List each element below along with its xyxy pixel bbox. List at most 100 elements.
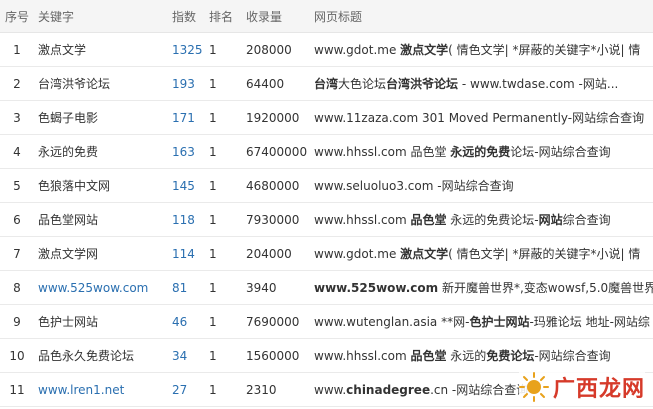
row-page-title[interactable]: www.hhssl.com 品色堂 永远的免费论坛-网站综合查询 [310, 202, 653, 237]
row-rank: 1 [205, 32, 242, 67]
title-highlight: 色护士网站 [469, 315, 530, 329]
row-index-link[interactable]: 145 [168, 168, 205, 203]
title-text: 论坛-网站综合查询 [510, 145, 611, 159]
row-seq: 10 [0, 338, 34, 373]
row-index-link[interactable]: 81 [168, 270, 205, 305]
title-text: 综合查询 [562, 213, 611, 227]
row-rank: 1 [205, 304, 242, 339]
row-rank: 1 [205, 134, 242, 169]
row-seq: 4 [0, 134, 34, 169]
row-page-title[interactable]: www.gdot.me 激点文学( 情色文学| *屏蔽的关键字*小说| 情 [310, 236, 653, 271]
row-seq: 9 [0, 304, 34, 339]
row-rank: 1 [205, 270, 242, 305]
row-page-title[interactable]: www.525wow.com 新开魔兽世界*,变态wowsf,5.0魔兽世界 [310, 270, 653, 305]
title-highlight: 激点文学 [400, 43, 449, 57]
title-text: www.wutenglan.asia **网- [314, 315, 470, 329]
title-text: 新开魔兽世界*,变态wowsf,5.0魔兽世界 [438, 281, 653, 295]
watermark: 广西龙网 [518, 371, 645, 403]
table-row[interactable]: 10 品色永久免费论坛 34 1 1560000 www.hhssl.com 品色堂 永远… [0, 338, 653, 373]
row-rank: 1 [205, 202, 242, 237]
row-keyword[interactable]: 激点文学 [34, 32, 168, 67]
row-count: 4680000 [242, 168, 310, 203]
table-row[interactable]: 6 品色堂网站 118 1 7930000 www.hhssl.com 品色堂 永远的免费… [0, 202, 653, 237]
table-header-row: 序号 关键字 指数 排名 收录量 网页标题 [0, 0, 653, 33]
row-page-title[interactable]: www.seluoluo3.com -网站综合查询 [310, 168, 653, 203]
row-keyword[interactable]: 色护士网站 [34, 304, 168, 339]
row-index-link[interactable]: 34 [168, 338, 205, 373]
row-keyword[interactable]: www.lren1.net [34, 372, 168, 407]
row-seq: 5 [0, 168, 34, 203]
title-highlight: 网站 [538, 213, 563, 227]
title-text: www. [314, 383, 347, 397]
title-text: www.seluoluo3.com -网站综合查询 [314, 179, 514, 193]
row-count: 67400000 [242, 134, 310, 169]
title-text: www.11zaza.com 301 Moved Permanently-网站综… [314, 111, 645, 125]
table-row[interactable]: 7 激点文学网 114 1 204000 www.gdot.me 激点文学( 情色文学| … [0, 236, 653, 271]
title-highlight: chinadegree [346, 383, 431, 397]
title-text: www.gdot.me [314, 247, 401, 261]
header-seq[interactable]: 序号 [0, 0, 34, 33]
header-index[interactable]: 指数 [168, 0, 205, 33]
row-rank: 1 [205, 338, 242, 373]
row-count: 7690000 [242, 304, 310, 339]
header-count[interactable]: 收录量 [242, 0, 310, 33]
title-highlight: 永远的免费 [450, 145, 511, 159]
table-row[interactable]: 2 台湾洪爷论坛 193 1 64400 台湾大色论坛台湾洪爷论坛 - www.twdas… [0, 66, 653, 101]
title-highlight: 台湾 [314, 77, 339, 91]
row-index-link[interactable]: 1325 [168, 32, 205, 67]
row-page-title[interactable]: 台湾大色论坛台湾洪爷论坛 - www.twdase.com -网站... [310, 66, 653, 101]
title-text: www.hhssl.com 品色堂 [314, 145, 451, 159]
title-text: ( 情色文学| *屏蔽的关键字*小说| 情 [448, 247, 641, 261]
row-keyword[interactable]: 台湾洪爷论坛 [34, 66, 168, 101]
row-rank: 1 [205, 66, 242, 101]
row-keyword[interactable]: www.525wow.com [34, 270, 168, 305]
table-row[interactable]: 4 永远的免费 163 1 67400000 www.hhssl.com 品色堂 永远的免… [0, 134, 653, 169]
row-keyword[interactable]: 永远的免费 [34, 134, 168, 169]
row-index-link[interactable]: 46 [168, 304, 205, 339]
row-rank: 1 [205, 168, 242, 203]
row-index-link[interactable]: 27 [168, 372, 205, 407]
title-text: www.hhssl.com [314, 213, 411, 227]
header-rank[interactable]: 排名 [205, 0, 242, 33]
keyword-table: 序号 关键字 指数 排名 收录量 网页标题 1 激点文学 1325 1 208000 ww… [0, 0, 653, 407]
row-page-title[interactable]: www.11zaza.com 301 Moved Permanently-网站综… [310, 100, 653, 135]
row-keyword[interactable]: 激点文学网 [34, 236, 168, 271]
row-index-link[interactable]: 114 [168, 236, 205, 271]
title-highlight: 台湾洪爷论坛 [386, 77, 459, 91]
row-seq: 7 [0, 236, 34, 271]
title-text: .cn -网站综合查询 [430, 383, 529, 397]
title-text: -玛雅论坛 地址-网站综 [529, 315, 650, 329]
row-keyword[interactable]: 品色永久免费论坛 [34, 338, 168, 373]
row-page-title[interactable]: www.wutenglan.asia **网-色护士网站-玛雅论坛 地址-网站综 [310, 304, 653, 339]
row-count: 1920000 [242, 100, 310, 135]
row-page-title[interactable]: www.hhssl.com 品色堂 永远的免费论坛-网站综合查询 [310, 134, 653, 169]
table-body: 1 激点文学 1325 1 208000 www.gdot.me 激点文学( 情色文学| … [0, 32, 653, 407]
row-count: 3940 [242, 270, 310, 305]
row-count: 7930000 [242, 202, 310, 237]
header-keyword[interactable]: 关键字 [34, 0, 168, 33]
row-count: 2310 [242, 372, 310, 407]
row-rank: 1 [205, 100, 242, 135]
table-row[interactable]: 5 色狼落中文网 145 1 4680000 www.seluoluo3.com -网站综… [0, 168, 653, 203]
header-title[interactable]: 网页标题 [310, 0, 653, 33]
table-row[interactable]: 8 www.525wow.com 81 1 3940 www.525wow.com 新开魔… [0, 270, 653, 305]
table-row[interactable]: 9 色护士网站 46 1 7690000 www.wutenglan.asia **网-色… [0, 304, 653, 339]
row-keyword[interactable]: 色狼落中文网 [34, 168, 168, 203]
row-index-link[interactable]: 171 [168, 100, 205, 135]
row-count: 208000 [242, 32, 310, 67]
row-rank: 1 [205, 236, 242, 271]
row-index-link[interactable]: 193 [168, 66, 205, 101]
row-page-title[interactable]: www.gdot.me 激点文学( 情色文学| *屏蔽的关键字*小说| 情 [310, 32, 653, 67]
title-text: ( 情色文学| *屏蔽的关键字*小说| 情 [448, 43, 641, 57]
row-index-link[interactable]: 163 [168, 134, 205, 169]
row-index-link[interactable]: 118 [168, 202, 205, 237]
sun-logo-icon [518, 372, 549, 402]
row-keyword[interactable]: 色蝎子电影 [34, 100, 168, 135]
table-row[interactable]: 1 激点文学 1325 1 208000 www.gdot.me 激点文学( 情色文学| … [0, 32, 653, 67]
row-seq: 3 [0, 100, 34, 135]
table-row[interactable]: 3 色蝎子电影 171 1 1920000 www.11zaza.com 301 Move… [0, 100, 653, 135]
row-rank: 1 [205, 372, 242, 407]
row-keyword[interactable]: 品色堂网站 [34, 202, 168, 237]
row-page-title[interactable]: www.hhssl.com 品色堂 永远的免费论坛-网站综合查询 [310, 338, 653, 373]
title-text: -网站综合查询 [534, 349, 611, 363]
